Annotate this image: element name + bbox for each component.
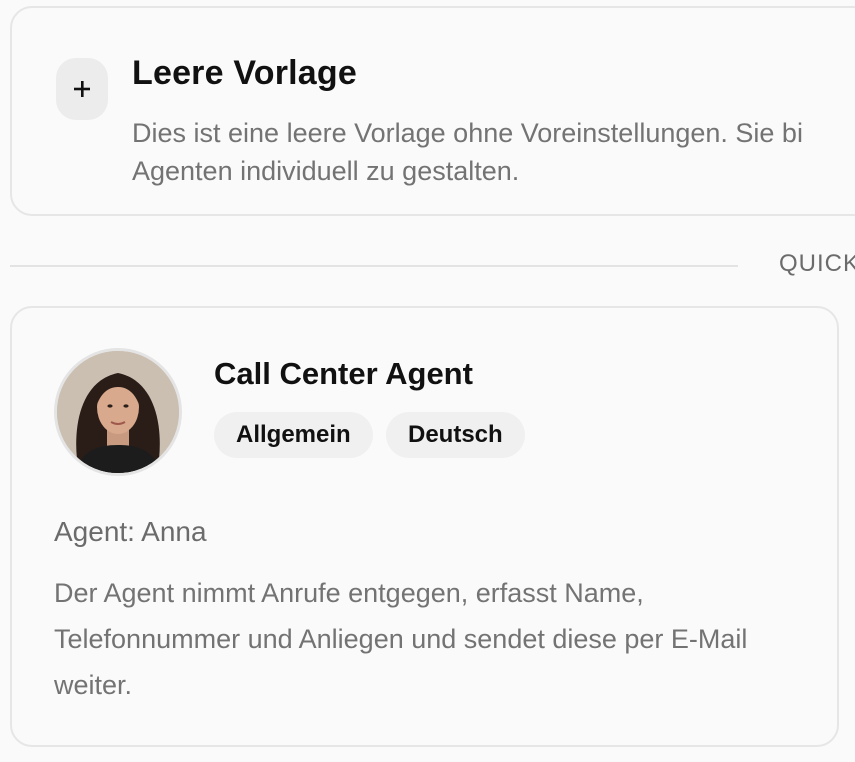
section-divider <box>10 265 738 267</box>
tag-deutsch: Deutsch <box>386 412 525 458</box>
agent-name: Agent: Anna <box>54 516 207 547</box>
blank-template-description: Dies ist eine leere Vorlage ohne Voreins… <box>132 118 803 186</box>
agent-template-card[interactable]: Call Center Agent Allgemein Deutsch Agen… <box>10 306 839 747</box>
agent-template-title: Call Center Agent <box>214 356 473 391</box>
avatar <box>54 348 182 476</box>
plus-icon <box>72 79 92 99</box>
blank-template-title: Leere Vorlage <box>132 54 357 92</box>
template-picker: Leere Vorlage Dies ist eine leere Vorlag… <box>0 0 855 762</box>
section-divider-label: QUICK <box>779 250 855 277</box>
blank-template-card[interactable]: Leere Vorlage Dies ist eine leere Vorlag… <box>10 6 855 216</box>
add-blank-template-button[interactable] <box>56 58 108 120</box>
tag-allgemein: Allgemein <box>214 412 373 458</box>
agent-description: Der Agent nimmt Anrufe entgegen, erfasst… <box>54 578 748 700</box>
